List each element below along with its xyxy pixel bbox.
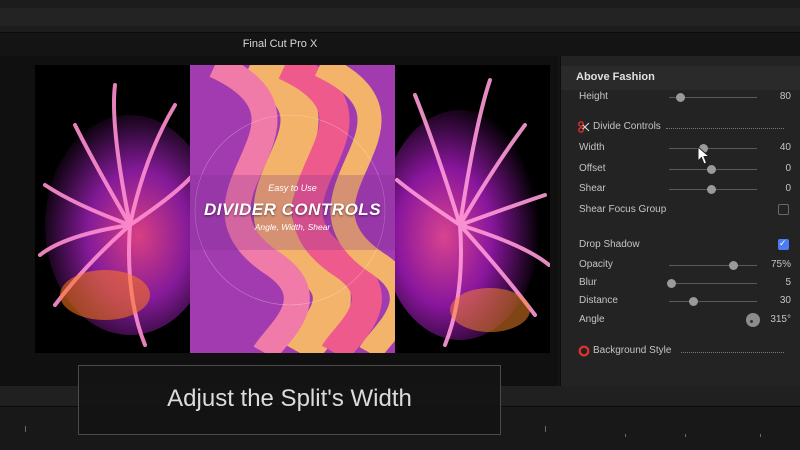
shear-value[interactable]: 0 <box>785 183 791 194</box>
param-shear-focus-group: Shear Focus Group <box>561 201 800 219</box>
viewer-canvas[interactable]: Easy to Use DIVIDER CONTROLS Angle, Widt… <box>35 65 550 353</box>
poster-subline: Angle, Width, Shear <box>254 222 331 232</box>
height-value[interactable]: 80 <box>780 91 791 102</box>
blur-value[interactable]: 5 <box>785 277 791 288</box>
opacity-slider[interactable] <box>669 265 757 266</box>
section-background-style[interactable]: Background Style <box>561 342 800 360</box>
param-opacity: Opacity 75% <box>561 256 800 274</box>
width-value[interactable]: 40 <box>780 142 791 153</box>
param-label: Distance <box>579 295 618 306</box>
offset-value[interactable]: 0 <box>785 163 791 174</box>
shear-slider-knob[interactable] <box>707 185 716 194</box>
mouse-pointer-icon <box>697 146 711 165</box>
coral-image-right <box>395 65 550 353</box>
caption-text: Adjust the Split's Width <box>167 385 412 412</box>
param-label: Width <box>579 142 605 153</box>
shear-focus-group-checkbox[interactable] <box>778 204 789 215</box>
param-angle: Angle 315° <box>561 311 800 329</box>
offset-slider-knob[interactable] <box>707 165 716 174</box>
blur-slider-knob[interactable] <box>667 279 676 288</box>
opacity-value[interactable]: 75% <box>771 259 791 270</box>
angle-dial[interactable] <box>746 313 760 327</box>
angle-value[interactable]: 315° <box>770 314 791 325</box>
poster-headline: DIVIDER CONTROLS <box>203 200 382 219</box>
timeline-tick <box>760 434 761 437</box>
param-label: Shear Focus Group <box>579 204 667 215</box>
param-label: Blur <box>579 277 597 288</box>
distance-value[interactable]: 30 <box>780 295 791 306</box>
section-label: Divide Controls <box>593 121 661 132</box>
param-label: Height <box>579 91 608 102</box>
param-label: Offset <box>579 163 606 174</box>
param-distance: Distance 30 <box>561 292 800 310</box>
param-label: Opacity <box>579 259 613 270</box>
toolbar-strip <box>0 8 800 26</box>
inspector-header: Above Fashion <box>561 66 800 90</box>
timeline-tick <box>25 426 26 432</box>
param-shear: Shear 0 <box>561 180 800 198</box>
timeline-tick <box>685 434 686 437</box>
section-label: Background Style <box>593 345 672 356</box>
viewer-title: Final Cut Pro X <box>242 38 318 50</box>
ring-icon <box>578 345 590 357</box>
width-slider[interactable] <box>669 148 757 149</box>
section-divide-controls[interactable]: Divide Controls <box>561 118 800 136</box>
drop-shadow-checkbox[interactable] <box>778 238 789 250</box>
inspector-panel: Above Fashion Height 80 Divide Controls … <box>560 56 800 386</box>
coral-image-left <box>35 65 195 353</box>
param-width: Width 40 <box>561 139 800 157</box>
param-label: Drop Shadow <box>579 239 640 250</box>
param-label: Shear <box>579 183 606 194</box>
top-toolbar <box>0 0 800 33</box>
param-offset: Offset 0 <box>561 160 800 178</box>
distance-slider-knob[interactable] <box>689 297 698 306</box>
poster-tagline: Easy to Use <box>268 183 317 193</box>
height-slider-knob[interactable] <box>676 93 685 102</box>
param-label: Angle <box>579 314 605 325</box>
caption-overlay: Adjust the Split's Width <box>78 365 501 435</box>
scissors-icon <box>578 121 590 133</box>
opacity-slider-knob[interactable] <box>729 261 738 270</box>
inspector-title: Above Fashion <box>576 71 655 83</box>
param-height: Height 80 <box>561 88 800 106</box>
section-divider <box>666 128 784 129</box>
param-blur: Blur 5 <box>561 274 800 292</box>
blur-slider[interactable] <box>669 283 757 284</box>
timeline-tick <box>625 434 626 437</box>
distance-slider[interactable] <box>669 301 757 302</box>
param-drop-shadow: Drop Shadow <box>561 236 800 254</box>
section-divider <box>681 352 784 353</box>
timeline-tick <box>545 426 546 432</box>
